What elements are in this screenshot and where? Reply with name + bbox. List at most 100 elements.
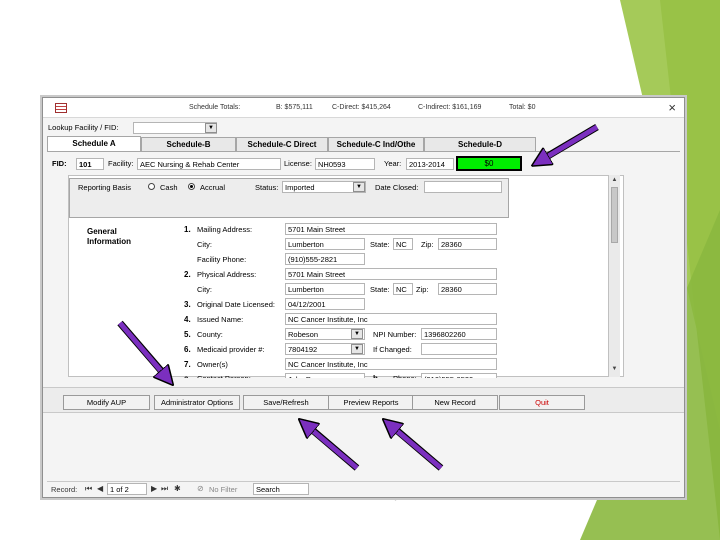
tab-schedule-b[interactable]: Schedule-B xyxy=(141,137,236,152)
administrator-options-button[interactable]: Administrator Options xyxy=(154,395,240,410)
grand-total: Total: $0 xyxy=(509,104,536,111)
save-refresh-button[interactable]: Save/Refresh xyxy=(243,395,329,410)
record-navigation-bar: Record: ⏮ ◀ 1 of 2 ▶ ⏭ ✱ ⊘ No Filter Sea… xyxy=(47,481,680,495)
county-label: County: xyxy=(197,330,223,339)
if-changed-label: If Changed: xyxy=(373,345,412,354)
physical-address-field[interactable]: 5701 Main Street xyxy=(285,268,497,280)
original-date-field[interactable]: 04/12/2001 xyxy=(285,298,365,310)
facility-phone-field[interactable]: (910)555-2821 xyxy=(285,253,365,265)
row-number-1: 1. xyxy=(184,225,191,234)
npi-label: NPI Number: xyxy=(373,330,417,339)
zip2-field[interactable]: 28360 xyxy=(438,283,497,295)
license-label: License: xyxy=(284,159,312,168)
row-number-7: 7. xyxy=(184,360,191,369)
new-record-nav-icon[interactable]: ✱ xyxy=(174,484,181,493)
row-number-2: 2. xyxy=(184,270,191,279)
facility-label: Facility: xyxy=(108,159,134,168)
vertical-scrollbar[interactable]: ▲ ▼ xyxy=(608,175,620,377)
schedule-totals-label: Schedule Totals: xyxy=(189,104,241,111)
cash-radio[interactable] xyxy=(148,183,155,190)
county-dropdown-icon[interactable]: ▼ xyxy=(351,329,363,339)
original-date-label: Original Date Licensed: xyxy=(197,300,275,309)
filter-icon[interactable]: ⊘ xyxy=(197,484,204,493)
zip-field[interactable]: 28360 xyxy=(438,238,497,250)
city-field[interactable]: Lumberton xyxy=(285,238,365,250)
c-direct-total: C-Direct: $415,264 xyxy=(332,104,391,111)
access-form-window: Schedule Totals: B: $575,111 C-Direct: $… xyxy=(42,97,685,498)
accrual-label: Accrual xyxy=(200,183,226,192)
state-field[interactable]: NC xyxy=(393,238,413,250)
last-record-icon[interactable]: ⏭ xyxy=(161,484,168,494)
year-label: Year: xyxy=(384,159,402,168)
lookup-dropdown-icon[interactable]: ▼ xyxy=(205,123,217,133)
mailing-address-label: Mailing Address: xyxy=(197,225,253,234)
zip-label: Zip: xyxy=(421,240,434,249)
contact-person-label: Contact Person: xyxy=(197,374,251,378)
city2-field[interactable]: Lumberton xyxy=(285,283,365,295)
record-position-field[interactable]: 1 of 2 xyxy=(107,483,147,495)
owner-field[interactable]: NC Cancer Institute, Inc xyxy=(285,358,497,370)
b-total: B: $575,111 xyxy=(276,104,313,111)
form-icon xyxy=(55,103,67,113)
zip2-label: Zip: xyxy=(416,285,429,294)
scroll-down-icon[interactable]: ▼ xyxy=(610,365,619,374)
new-record-button[interactable]: New Record xyxy=(412,395,498,410)
row-number-6: 6. xyxy=(184,345,191,354)
first-record-icon[interactable]: ⏮ xyxy=(85,484,92,494)
scroll-up-icon[interactable]: ▲ xyxy=(610,176,619,185)
balance-indicator: $0 xyxy=(456,156,522,171)
owner-label: Owner(s) xyxy=(197,360,228,369)
status-dropdown-icon[interactable]: ▼ xyxy=(353,182,365,192)
state2-label: State: xyxy=(370,285,390,294)
tab-schedule-c-ind[interactable]: Schedule-C Ind/Othe xyxy=(328,137,424,152)
tab-schedule-d[interactable]: Schedule-D xyxy=(424,137,536,152)
title-bar: Schedule Totals: B: $575,111 C-Direct: $… xyxy=(43,98,684,118)
contact-person-field[interactable]: Jake Doe xyxy=(285,373,365,378)
city-label: City: xyxy=(197,240,212,249)
no-filter-label[interactable]: No Filter xyxy=(209,485,237,494)
preview-reports-button[interactable]: Preview Reports xyxy=(328,395,414,410)
row-number-3: 3. xyxy=(184,300,191,309)
accrual-radio[interactable] xyxy=(188,183,195,190)
quit-button[interactable]: Quit xyxy=(499,395,585,410)
phone2-field[interactable]: (910)555-0520 xyxy=(421,373,497,378)
tab-divider xyxy=(47,151,680,152)
if-changed-field[interactable] xyxy=(421,343,497,355)
general-info-heading: General Information xyxy=(87,227,131,246)
phone2-label: Phone: xyxy=(393,374,417,378)
state-label: State: xyxy=(370,240,390,249)
facility-field[interactable]: AEC Nursing & Rehab Center xyxy=(137,158,281,170)
c-indirect-total: C-Indirect: $161,169 xyxy=(418,104,482,111)
close-icon[interactable]: × xyxy=(668,100,676,115)
issued-name-field[interactable]: NC Cancer Institute, Inc xyxy=(285,313,497,325)
reporting-basis-label: Reporting Basis xyxy=(78,183,131,192)
license-field[interactable]: NH0593 xyxy=(315,158,375,170)
prev-record-icon[interactable]: ◀ xyxy=(97,484,103,493)
facility-phone-label: Facility Phone: xyxy=(197,255,247,264)
modify-aup-button[interactable]: Modify AUP xyxy=(63,395,150,410)
button-bar: Modify AUP Administrator Options Save/Re… xyxy=(43,387,684,413)
row-letter-b: b. xyxy=(373,374,380,378)
year-field[interactable]: 2013-2014 xyxy=(406,158,454,170)
row-number-5: 5. xyxy=(184,330,191,339)
tab-schedule-a[interactable]: Schedule A xyxy=(47,136,141,152)
scroll-thumb[interactable] xyxy=(611,187,618,243)
next-record-icon[interactable]: ▶ xyxy=(151,484,157,493)
status-label: Status: xyxy=(255,183,279,192)
physical-address-label: Physical Address: xyxy=(197,270,257,279)
tab-schedule-c-direct[interactable]: Schedule-C Direct xyxy=(236,137,328,152)
date-closed-field[interactable] xyxy=(424,181,502,193)
row-number-4: 4. xyxy=(184,315,191,324)
mailing-address-field[interactable]: 5701 Main Street xyxy=(285,223,497,235)
fid-field[interactable]: 101 xyxy=(76,158,104,170)
search-field[interactable]: Search xyxy=(253,483,309,495)
lookup-label: Lookup Facility / FID: xyxy=(48,123,119,132)
date-closed-label: Date Closed: xyxy=(375,183,419,192)
medicaid-label: Medicaid provider #: xyxy=(197,345,265,354)
npi-field[interactable]: 1396802260 xyxy=(421,328,497,340)
city2-label: City: xyxy=(197,285,212,294)
fid-label: FID: xyxy=(52,159,67,168)
medicaid-dropdown-icon[interactable]: ▼ xyxy=(351,344,363,354)
state2-field[interactable]: NC xyxy=(393,283,413,295)
cash-label: Cash xyxy=(160,183,178,192)
